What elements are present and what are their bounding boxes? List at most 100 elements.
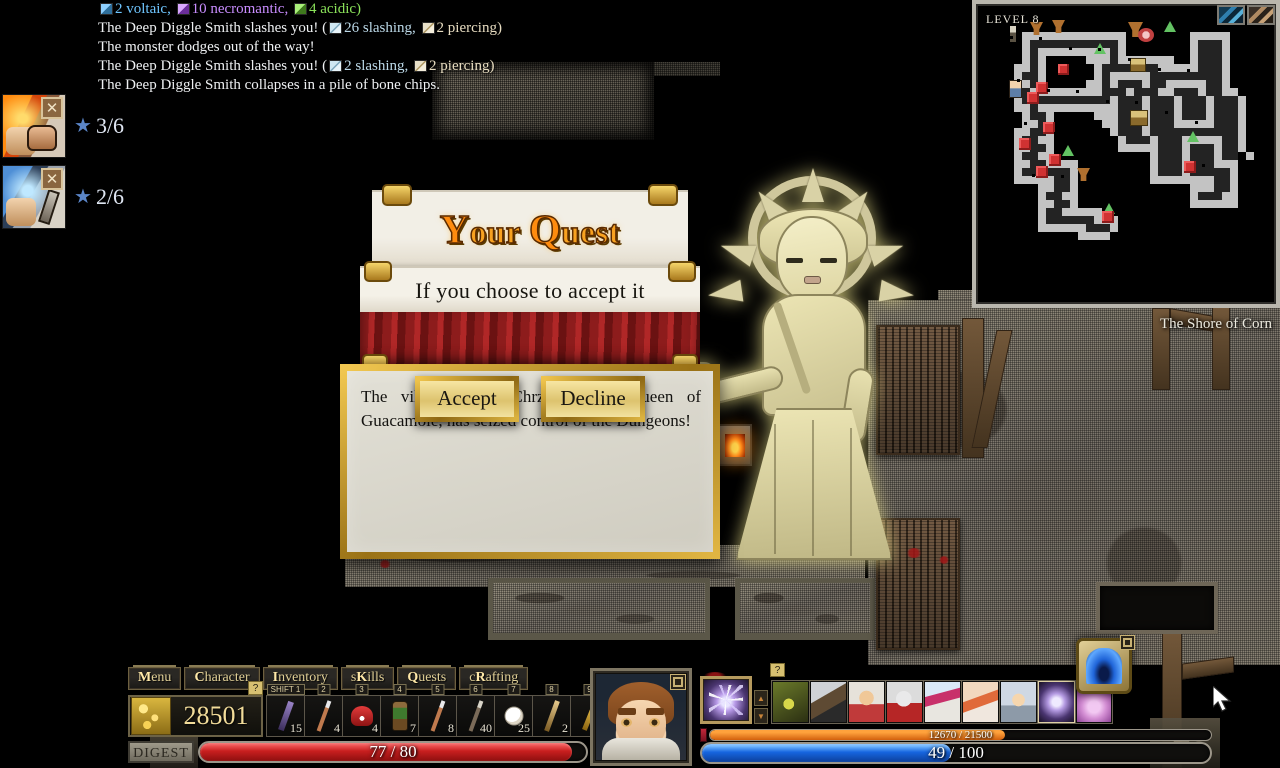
item-slot-5[interactable]: 58: [418, 684, 456, 737]
minimap-room-cell: [1174, 160, 1182, 168]
minimap-room-cell: [1110, 56, 1118, 64]
item-slot-2[interactable]: 24: [304, 684, 342, 737]
buff-item[interactable]: ✕ ★ 2/6: [2, 165, 124, 229]
minimap-player-icon: [1009, 80, 1022, 98]
minimap-room-cell: [1110, 48, 1118, 56]
skill-hotbar[interactable]: ▲ ▼ 123456789 ?: [700, 663, 1113, 724]
minimap-detail-dot: [1143, 153, 1146, 156]
skill-slot-1[interactable]: 1: [771, 680, 809, 724]
skill-slot-4[interactable]: 4: [885, 680, 923, 724]
skill-page-down-icon[interactable]: ▼: [754, 708, 768, 724]
accept-button[interactable]: Accept: [415, 376, 519, 422]
minimap-room-cell: [1222, 112, 1230, 120]
minimap-room-cell: [1174, 128, 1182, 136]
minimap-room-cell: [1222, 96, 1230, 104]
slashing-damage-icon: [329, 22, 343, 34]
minimap-detail-dot: [1165, 111, 1168, 114]
minimap-room-cell: [1214, 40, 1222, 48]
skill-page-arrows[interactable]: ▲ ▼: [754, 690, 768, 724]
item-slot-3[interactable]: 34: [342, 684, 380, 737]
skill-page-up-icon[interactable]: ▲: [754, 690, 768, 706]
minimap-room-cell: [1158, 160, 1166, 168]
minimap-panel[interactable]: LEVEL 8: [972, 0, 1280, 308]
item-slot-1[interactable]: SHIFT 1 15: [266, 684, 305, 737]
green-beast-skill-icon: [773, 682, 808, 722]
map-mode-blue-icon[interactable]: [1217, 5, 1245, 25]
minimap-corridor-cell: [1046, 32, 1054, 40]
item-help-icon[interactable]: ?: [248, 681, 263, 695]
log-voltaic: 2 voltaic,: [115, 1, 171, 17]
minimap-room-cell: [1078, 96, 1086, 104]
item-hotbar[interactable]: SHIFT 11524344758640725829?: [248, 681, 608, 737]
minimap-room-cell: [1206, 144, 1214, 152]
decline-button[interactable]: Decline: [541, 376, 645, 422]
portal-badge-icon: [1120, 635, 1135, 650]
buff-dismiss-icon[interactable]: ✕: [41, 97, 63, 119]
minimap-room-cell: [1030, 152, 1038, 160]
minimap-toggle-group[interactable]: [1217, 5, 1275, 25]
character-portrait-frame[interactable]: [590, 668, 692, 766]
minimap-room-cell: [1214, 104, 1222, 112]
skill-slot-2[interactable]: 2: [809, 680, 847, 724]
minimap-corridor-cell: [1206, 96, 1214, 104]
minimap-room-cell: [1070, 96, 1078, 104]
quest-title-part1: our: [469, 214, 529, 252]
minimap-corridor-cell: [1158, 176, 1166, 184]
log-text: The Deep Diggle Smith slashes you! (: [98, 58, 328, 74]
minimap-room-cell: [1190, 88, 1198, 96]
minimap-corridor-cell: [1182, 144, 1190, 152]
minimap-corridor-cell: [1078, 32, 1086, 40]
minimap-room-cell: [1166, 160, 1174, 168]
minimap-corridor-cell: [1142, 96, 1150, 104]
skill-slot-group[interactable]: 123456789: [771, 680, 1113, 724]
skill-slot-5[interactable]: 5: [923, 680, 961, 724]
npc-skirt-fold: [774, 424, 776, 554]
minimap-corridor-cell: [1070, 168, 1078, 176]
minimap-corridor-cell: [1062, 88, 1070, 96]
minimap-corridor-cell: [1054, 224, 1062, 232]
minimap-corridor-cell: [1182, 152, 1190, 160]
minimap-room-cell: [1230, 120, 1238, 128]
item-slot-4[interactable]: 47: [380, 684, 418, 737]
tab-menu[interactable]: Menu: [128, 665, 182, 690]
minimap-room-cell: [1198, 112, 1206, 120]
item-slot-6[interactable]: 6 40: [456, 684, 494, 737]
character-sheet-badge-icon[interactable]: [670, 674, 686, 690]
minimap-corridor-cell: [1214, 144, 1222, 152]
skill-help-icon[interactable]: ?: [770, 663, 785, 677]
quest-giver-npc[interactable]: [686, 168, 920, 592]
log-piercing: 2 piercing): [436, 20, 502, 36]
minimap-corridor-cell: [1126, 88, 1134, 96]
minimap-corridor-cell: [1022, 80, 1030, 88]
minimap-room-cell: [1150, 72, 1158, 80]
minimap-corridor-cell: [1014, 176, 1022, 184]
skill-slot-6[interactable]: 6: [961, 680, 999, 724]
tab-quests[interactable]: Quests: [397, 665, 457, 690]
minimap-room-cell: [1214, 72, 1222, 80]
minimap-corridor-cell: [1118, 40, 1126, 48]
minimap-canvas[interactable]: LEVEL 8: [978, 6, 1274, 302]
flaming-fist-icon[interactable]: ✕: [2, 94, 66, 158]
skill-slot-7[interactable]: 7: [999, 680, 1037, 724]
white-arrow-icon: [316, 700, 331, 732]
minimap-corridor-cell: [1038, 224, 1046, 232]
buff-dismiss-icon[interactable]: ✕: [41, 168, 63, 190]
skill-slot-8[interactable]: 8: [1037, 680, 1075, 724]
map-mode-brown-icon[interactable]: [1247, 5, 1275, 25]
lightning-hammer-icon[interactable]: ✕: [2, 165, 66, 229]
minimap-room-cell: [1022, 152, 1030, 160]
active-skill-slot[interactable]: [700, 676, 752, 724]
portrait-brow-left: [618, 708, 636, 715]
minimap-corridor-cell: [1094, 216, 1102, 224]
buff-item[interactable]: ✕ ★ 3/6: [2, 94, 124, 158]
minimap-detail-dot: [1106, 100, 1109, 103]
item-slot-7[interactable]: 7 25: [494, 684, 532, 737]
minimap-corridor-cell: [1190, 48, 1198, 56]
minimap-room-cell: [1054, 216, 1062, 224]
minimap-corridor-cell: [1054, 88, 1062, 96]
portal-icon[interactable]: [1076, 635, 1135, 694]
tab-label-post: uests: [418, 670, 447, 685]
portrait-collar: [602, 738, 680, 760]
skill-slot-3[interactable]: 3: [847, 680, 885, 724]
item-slot-8[interactable]: 82: [532, 684, 570, 737]
